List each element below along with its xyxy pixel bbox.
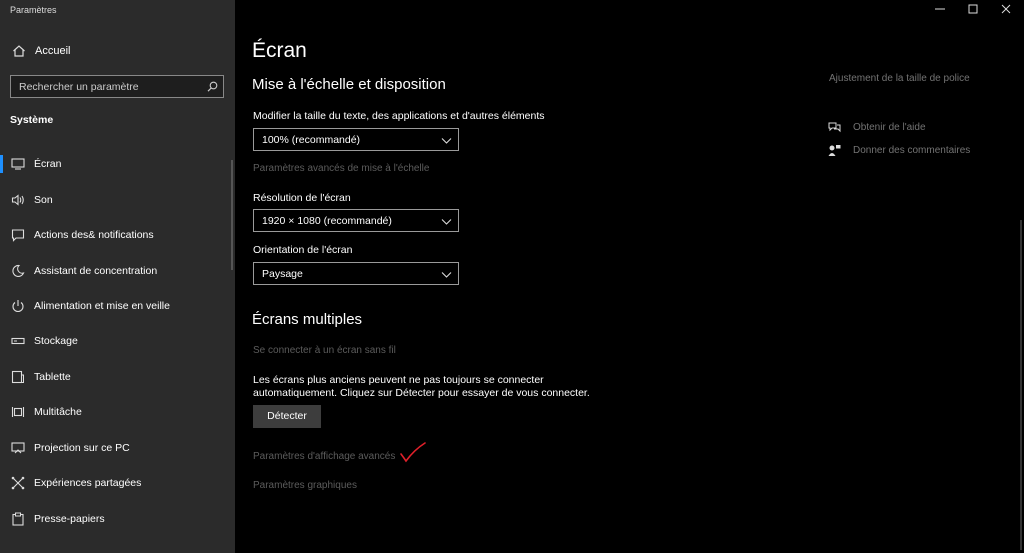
detect-button[interactable]: Détecter (253, 405, 321, 428)
font-size-link[interactable]: Ajustement de la taille de police (829, 73, 970, 84)
resolution-label: Résolution de l'écran (253, 192, 351, 204)
scale-label: Modifier la taille du texte, des applica… (253, 110, 545, 122)
sidebar-item-notifications[interactable]: Actions des& notifications (0, 217, 235, 252)
clipboard-icon (12, 512, 24, 526)
detect-description-line-1: Les écrans plus anciens peuvent ne pas t… (253, 374, 544, 386)
feedback-link[interactable]: Donner des commentaires (853, 145, 970, 156)
sidebar-item-alimentation[interactable]: Alimentation et mise en veille (0, 288, 235, 323)
sidebar-item-concentration[interactable]: Assistant de concentration (0, 253, 235, 288)
shared-icon (11, 476, 25, 490)
main-scrollbar[interactable] (1020, 220, 1022, 550)
search-icon[interactable] (207, 81, 218, 92)
orientation-dropdown[interactable]: Paysage (253, 262, 459, 285)
sidebar-item-label: Assistant de concentration (34, 265, 158, 277)
scale-section-title: Mise à l'échelle et disposition (252, 76, 446, 93)
selection-indicator (0, 155, 3, 173)
power-icon (12, 300, 24, 313)
monitor-icon (11, 158, 25, 170)
search-placeholder: Rechercher un paramètre (19, 81, 139, 93)
notification-icon (11, 229, 25, 242)
speaker-icon (11, 194, 24, 206)
graphics-settings-link[interactable]: Paramètres graphiques (253, 480, 357, 491)
scale-value: 100% (recommandé) (262, 134, 361, 146)
sidebar-item-stockage[interactable]: Stockage (0, 323, 235, 358)
sidebar-item-tablette[interactable]: Tablette (0, 359, 235, 394)
page-title: Écran (252, 39, 307, 62)
projection-icon (11, 442, 25, 454)
chevron-down-icon (441, 272, 452, 278)
sidebar-item-ecran[interactable]: Écran (0, 146, 235, 181)
chevron-down-icon (441, 138, 452, 144)
sidebar-item-label: Presse-papiers (34, 513, 105, 525)
app-title: Paramètres (10, 5, 57, 15)
sidebar-item-label: Tablette (34, 371, 71, 383)
help-link[interactable]: Obtenir de l'aide (853, 122, 926, 133)
detect-description-line-2: automatiquement. Cliquez sur Détecter po… (253, 387, 590, 399)
storage-icon (11, 337, 25, 345)
feedback-icon (828, 145, 841, 156)
sidebar-item-experiences[interactable]: Expériences partagées (0, 465, 235, 500)
checkmark-annotation-icon (400, 442, 426, 463)
sidebar: Paramètres Accueil Rechercher un paramèt… (0, 0, 235, 553)
moon-icon (12, 264, 25, 277)
sidebar-scrollbar[interactable] (231, 160, 233, 270)
tablet-icon (11, 370, 24, 384)
sidebar-home[interactable]: Accueil (0, 38, 235, 66)
sidebar-item-multitache[interactable]: Multitâche (0, 394, 235, 429)
multitask-icon (11, 407, 25, 417)
sidebar-item-presse-papiers[interactable]: Presse-papiers (0, 501, 235, 536)
sidebar-item-label: Multitâche (34, 406, 82, 418)
multi-section-title: Écrans multiples (252, 311, 363, 328)
orientation-label: Orientation de l'écran (253, 244, 353, 256)
sidebar-item-label: Projection sur ce PC (34, 442, 130, 454)
scale-advanced-link[interactable]: Paramètres avancés de mise à l'échelle (253, 163, 429, 174)
sidebar-section-title: Système (10, 114, 54, 126)
orientation-value: Paysage (262, 268, 303, 280)
search-input[interactable]: Rechercher un paramètre (10, 75, 224, 98)
wireless-display-link[interactable]: Se connecter à un écran sans fil (253, 345, 396, 356)
sidebar-item-label: Alimentation et mise en veille (34, 300, 170, 312)
chevron-down-icon (441, 219, 452, 225)
sidebar-item-label: Expériences partagées (34, 477, 142, 489)
sidebar-item-son[interactable]: Son (0, 182, 235, 217)
resolution-value: 1920 × 1080 (recommandé) (262, 215, 392, 227)
home-icon (13, 45, 25, 57)
sidebar-item-projection[interactable]: Projection sur ce PC (0, 430, 235, 465)
resolution-dropdown[interactable]: 1920 × 1080 (recommandé) (253, 209, 459, 232)
help-icon (828, 122, 841, 133)
sidebar-home-label: Accueil (35, 45, 71, 57)
sidebar-item-label: Stockage (34, 335, 78, 347)
advanced-display-link[interactable]: Paramètres d'affichage avancés (253, 451, 395, 462)
scale-dropdown[interactable]: 100% (recommandé) (253, 128, 459, 151)
sidebar-item-label: Écran (34, 158, 62, 170)
main-content: Écran Mise à l'échelle et disposition Mo… (235, 0, 1024, 553)
sidebar-item-label: Actions des& notifications (34, 229, 154, 241)
sidebar-item-label: Son (34, 194, 53, 206)
